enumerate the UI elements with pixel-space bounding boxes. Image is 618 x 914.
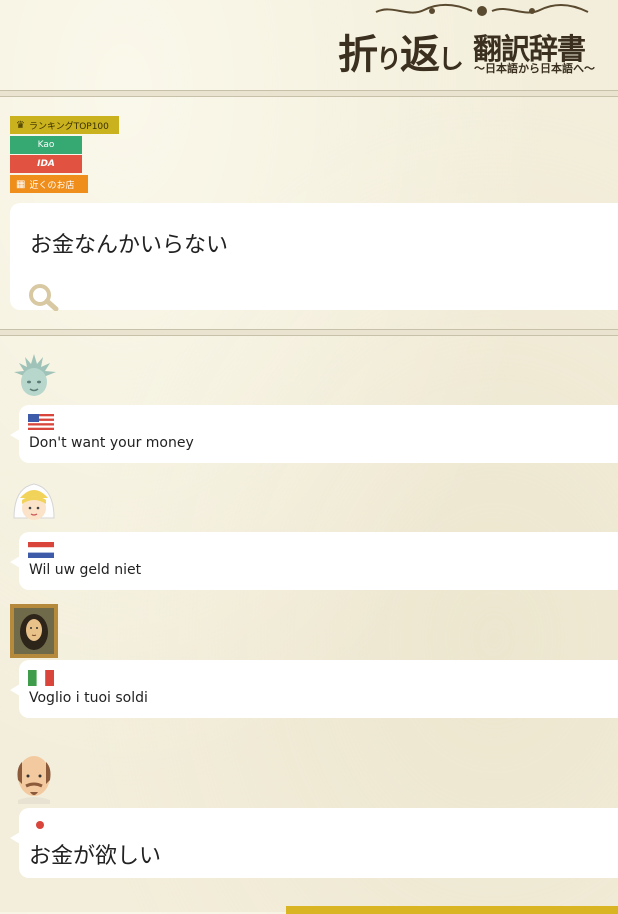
input-text[interactable]: お金なんかいらない (30, 227, 228, 259)
dutch-girl-icon (13, 483, 55, 520)
app-header: 折り返し 翻訳辞書 〜日本語から日本語へ〜 (0, 0, 618, 92)
ranking-link[interactable]: ♛ ランキングTOP100 (10, 116, 119, 134)
crown-icon: ♛ (16, 119, 25, 131)
ida-logo: IDA (37, 159, 55, 169)
app-title: 折り返し (338, 31, 464, 78)
translation-bubble-japanese: お金が欲しい (10, 808, 618, 878)
statue-of-liberty-icon (14, 354, 56, 396)
nearby-shops-link[interactable]: ▦ 近くのお店 (10, 175, 88, 193)
mona-lisa-icon (10, 604, 58, 658)
flag-us-icon (28, 414, 54, 430)
input-card[interactable]: お金なんかいらない (10, 203, 618, 311)
translation-text: Voglio i tuoi soldi (29, 690, 148, 706)
translation-text: お金が欲しい (29, 844, 162, 869)
accent-band (286, 906, 618, 914)
ornament-icon (375, 3, 589, 16)
divider (0, 90, 618, 97)
translation-text: Wil uw geld niet (29, 562, 142, 578)
translation-bubble-dutch: Wil uw geld niet (10, 532, 618, 590)
flag-jp-icon (28, 817, 52, 833)
shakespeare-icon (17, 756, 51, 804)
divider (0, 329, 618, 336)
flag-nl-icon (28, 542, 54, 558)
translation-bubble-english: Don't want your money (10, 405, 618, 463)
ida-link[interactable]: IDA (10, 155, 82, 173)
map-icon: ▦ (16, 178, 26, 190)
app-tagline: 〜日本語から日本語へ〜 (474, 62, 595, 75)
flag-it-icon (28, 670, 54, 686)
search-icon[interactable] (26, 283, 60, 311)
kao-link[interactable]: Kao (10, 136, 82, 154)
translation-text: Don't want your money (29, 435, 194, 451)
translation-bubble-italian: Voglio i tuoi soldi (10, 660, 618, 718)
kao-logo: Kao (37, 140, 55, 150)
